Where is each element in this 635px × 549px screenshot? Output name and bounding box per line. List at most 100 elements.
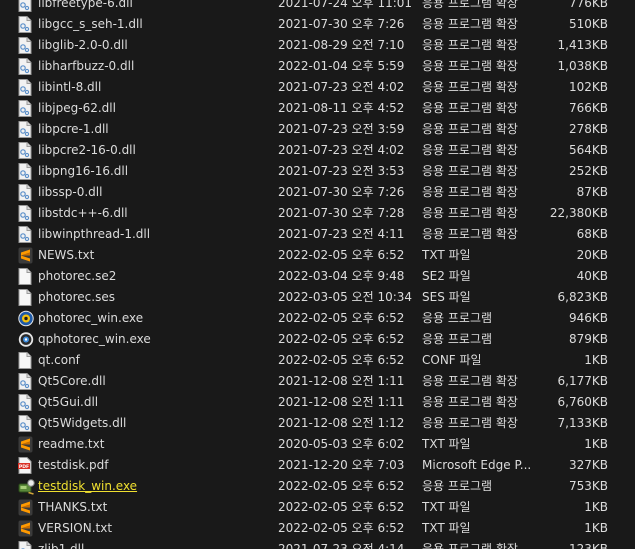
file-row[interactable]: Qt5Core.dll 2021-12-08 오전 1:11 응용 프로그램 확장 6… — [0, 371, 635, 392]
file-size: 6,823KB — [557, 290, 608, 304]
file-modified-date: 2021-08-11 오후 4:52 — [278, 101, 405, 115]
file-name: photorec_win.exe — [38, 311, 144, 325]
file-row[interactable]: photorec.ses 2022-03-05 오전 10:34 SES 파일 6,8… — [0, 287, 635, 308]
file-row[interactable]: libglib-2.0-0.dll 2021-08-29 오전 7:10 응용 프로… — [0, 35, 635, 56]
file-row[interactable]: libpng16-16.dll 2021-07-23 오전 3:53 응용 프로그램… — [0, 161, 635, 182]
file-size: 946KB — [568, 311, 608, 325]
file-row[interactable]: Qt5Widgets.dll 2021-12-08 오전 1:12 응용 프로그램 … — [0, 413, 635, 434]
file-row[interactable]: testdisk_win.exe 2022-02-05 오후 6:52 응용 프로그… — [0, 476, 635, 497]
file-row[interactable]: libharfbuzz-0.dll 2022-01-04 오후 5:59 응용 프로… — [0, 56, 635, 77]
dll-file-icon — [18, 184, 34, 201]
file-size: 879KB — [568, 332, 608, 346]
file-name: libjpeg-62.dll — [38, 101, 116, 115]
file-row[interactable]: readme.txt 2020-05-03 오후 6:02 TXT 파일 1KB — [0, 434, 635, 455]
file-size: 40KB — [576, 269, 608, 283]
file-size: 1KB — [584, 353, 608, 367]
file-modified-date: 2022-02-05 오후 6:52 — [278, 479, 405, 493]
file-row[interactable]: libstdc++-6.dll 2021-07-30 오후 7:28 응용 프로그램… — [0, 203, 635, 224]
file-modified-date: 2022-02-05 오후 6:52 — [278, 332, 405, 346]
dll-file-icon — [18, 16, 34, 33]
file-modified-date: 2022-01-04 오후 5:59 — [278, 59, 405, 73]
sublime-text-icon — [18, 247, 34, 264]
file-name: libgcc_s_seh-1.dll — [38, 17, 143, 31]
file-name: libssp-0.dll — [38, 185, 103, 199]
file-name: THANKS.txt — [38, 500, 108, 514]
file-row[interactable]: qphotorec_win.exe 2022-02-05 오후 6:52 응용 프로… — [0, 329, 635, 350]
file-modified-date: 2021-07-23 오전 4:11 — [278, 227, 405, 241]
file-name: VERSION.txt — [38, 521, 113, 535]
file-size: 776KB — [568, 0, 608, 10]
file-size: 327KB — [568, 458, 608, 472]
file-row[interactable]: libintl-8.dll 2021-07-23 오전 4:02 응용 프로그램 확… — [0, 77, 635, 98]
file-row[interactable]: qt.conf 2022-02-05 오후 6:52 CONF 파일 1KB — [0, 350, 635, 371]
file-size: 766KB — [568, 101, 608, 115]
file-name: testdisk_win.exe — [38, 479, 138, 493]
file-size: 753KB — [568, 479, 608, 493]
file-modified-date: 2021-07-23 오전 3:53 — [278, 164, 405, 178]
file-modified-date: 2021-12-08 오전 1:11 — [278, 374, 405, 388]
file-modified-date: 2022-03-04 오후 9:48 — [278, 269, 405, 283]
file-name: qt.conf — [38, 353, 80, 367]
file-row[interactable]: PDF testdisk.pdf 2021-12-20 오후 7:03 Microso… — [0, 455, 635, 476]
file-row[interactable]: libjpeg-62.dll 2021-08-11 오후 4:52 응용 프로그램 … — [0, 98, 635, 119]
file-modified-date: 2021-07-23 오전 4:02 — [278, 143, 405, 157]
blank-file-icon — [18, 352, 34, 369]
pdf-file-icon: PDF — [18, 457, 34, 474]
file-name: libstdc++-6.dll — [38, 206, 128, 220]
file-name: libwinpthread-1.dll — [38, 227, 151, 241]
file-size: 278KB — [568, 122, 608, 136]
file-row[interactable]: libpcre2-16-0.dll 2021-07-23 오전 4:02 응용 프로… — [0, 140, 635, 161]
dll-file-icon — [18, 121, 34, 138]
photorec-app-icon — [18, 310, 34, 327]
file-row[interactable]: libwinpthread-1.dll 2021-07-23 오전 4:11 응용 … — [0, 224, 635, 245]
file-size: 20KB — [576, 248, 608, 262]
file-modified-date: 2020-05-03 오후 6:02 — [278, 437, 405, 451]
file-row[interactable]: libssp-0.dll 2021-07-30 오후 7:26 응용 프로그램 확장… — [0, 182, 635, 203]
file-row[interactable]: VERSION.txt 2022-02-05 오후 6:52 TXT 파일 1KB — [0, 518, 635, 539]
testdisk-app-icon — [18, 478, 35, 495]
sublime-text-icon — [18, 520, 34, 537]
file-size: 1KB — [584, 437, 608, 451]
file-row[interactable]: Qt5Gui.dll 2021-12-08 오전 1:11 응용 프로그램 확장 6,… — [0, 392, 635, 413]
file-row[interactable]: libfreetype-6.dll 2021-07-24 오후 11:01 응용 프… — [0, 0, 635, 14]
file-name: photorec.ses — [38, 290, 115, 304]
sublime-text-icon — [18, 499, 34, 516]
file-modified-date: 2022-02-05 오후 6:52 — [278, 353, 405, 367]
file-modified-date: 2021-07-30 오후 7:28 — [278, 206, 405, 220]
file-row[interactable]: zlib1.dll 2021-07-23 오전 4:14 응용 프로그램 확장 123… — [0, 539, 635, 549]
blank-file-icon — [18, 289, 34, 306]
dll-file-icon — [18, 58, 34, 75]
svg-text:PDF: PDF — [19, 464, 29, 470]
dll-file-icon — [18, 100, 34, 117]
file-modified-date: 2021-12-08 오전 1:11 — [278, 395, 405, 409]
file-modified-date: 2021-12-08 오전 1:12 — [278, 416, 405, 430]
file-size: 102KB — [568, 80, 608, 94]
file-size: 87KB — [576, 185, 608, 199]
dll-file-icon — [18, 541, 34, 549]
file-row[interactable]: THANKS.txt 2022-02-05 오후 6:52 TXT 파일 1KB — [0, 497, 635, 518]
file-name: libfreetype-6.dll — [38, 0, 133, 10]
file-name: Qt5Widgets.dll — [38, 416, 127, 430]
file-row[interactable]: photorec.se2 2022-03-04 오후 9:48 SE2 파일 40KB — [0, 266, 635, 287]
file-size: 7,133KB — [557, 416, 608, 430]
file-row[interactable]: NEWS.txt 2022-02-05 오후 6:52 TXT 파일 20KB — [0, 245, 635, 266]
file-name: zlib1.dll — [38, 542, 85, 549]
dll-file-icon — [18, 415, 34, 432]
blank-file-icon — [18, 268, 34, 285]
file-modified-date: 2022-03-05 오전 10:34 — [278, 290, 413, 304]
file-name: NEWS.txt — [38, 248, 95, 262]
file-name: testdisk.pdf — [38, 458, 109, 472]
file-row[interactable]: libpcre-1.dll 2021-07-23 오전 3:59 응용 프로그램 확… — [0, 119, 635, 140]
file-row[interactable]: photorec_win.exe 2022-02-05 오후 6:52 응용 프로그… — [0, 308, 635, 329]
file-name: libintl-8.dll — [38, 80, 102, 94]
file-modified-date: 2022-02-05 오후 6:52 — [278, 248, 405, 262]
file-name: libpcre2-16-0.dll — [38, 143, 136, 157]
file-name: libharfbuzz-0.dll — [38, 59, 135, 73]
file-name: libglib-2.0-0.dll — [38, 38, 128, 52]
sublime-text-icon — [18, 436, 34, 453]
dll-file-icon — [18, 205, 34, 222]
file-size: 1KB — [584, 500, 608, 514]
file-modified-date: 2021-07-23 오전 4:14 — [278, 542, 405, 549]
dll-file-icon — [18, 0, 34, 12]
file-row[interactable]: libgcc_s_seh-1.dll 2021-07-30 오후 7:26 응용 프… — [0, 14, 635, 35]
